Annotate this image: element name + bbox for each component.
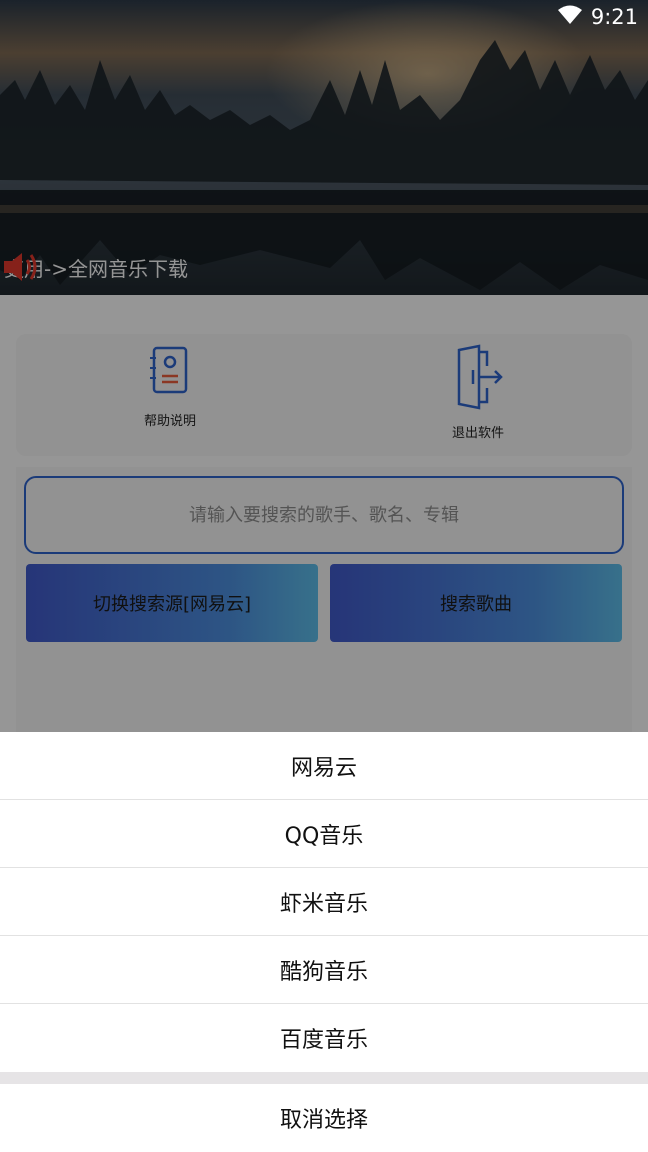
option-qq-music[interactable]: QQ音乐: [0, 800, 648, 868]
cancel-select-button[interactable]: 取消选择: [0, 1084, 648, 1152]
option-xiami-music[interactable]: 虾米音乐: [0, 868, 648, 936]
status-bar: 9:21: [0, 0, 648, 34]
status-time: 9:21: [590, 5, 638, 29]
wifi-icon: [557, 4, 583, 30]
source-select-sheet: 网易云 QQ音乐 虾米音乐 酷狗音乐 百度音乐 取消选择: [0, 732, 648, 1152]
option-baidu-music[interactable]: 百度音乐: [0, 1004, 648, 1072]
sheet-divider: [0, 1072, 648, 1084]
option-netease[interactable]: 网易云: [0, 732, 648, 800]
option-kugou-music[interactable]: 酷狗音乐: [0, 936, 648, 1004]
